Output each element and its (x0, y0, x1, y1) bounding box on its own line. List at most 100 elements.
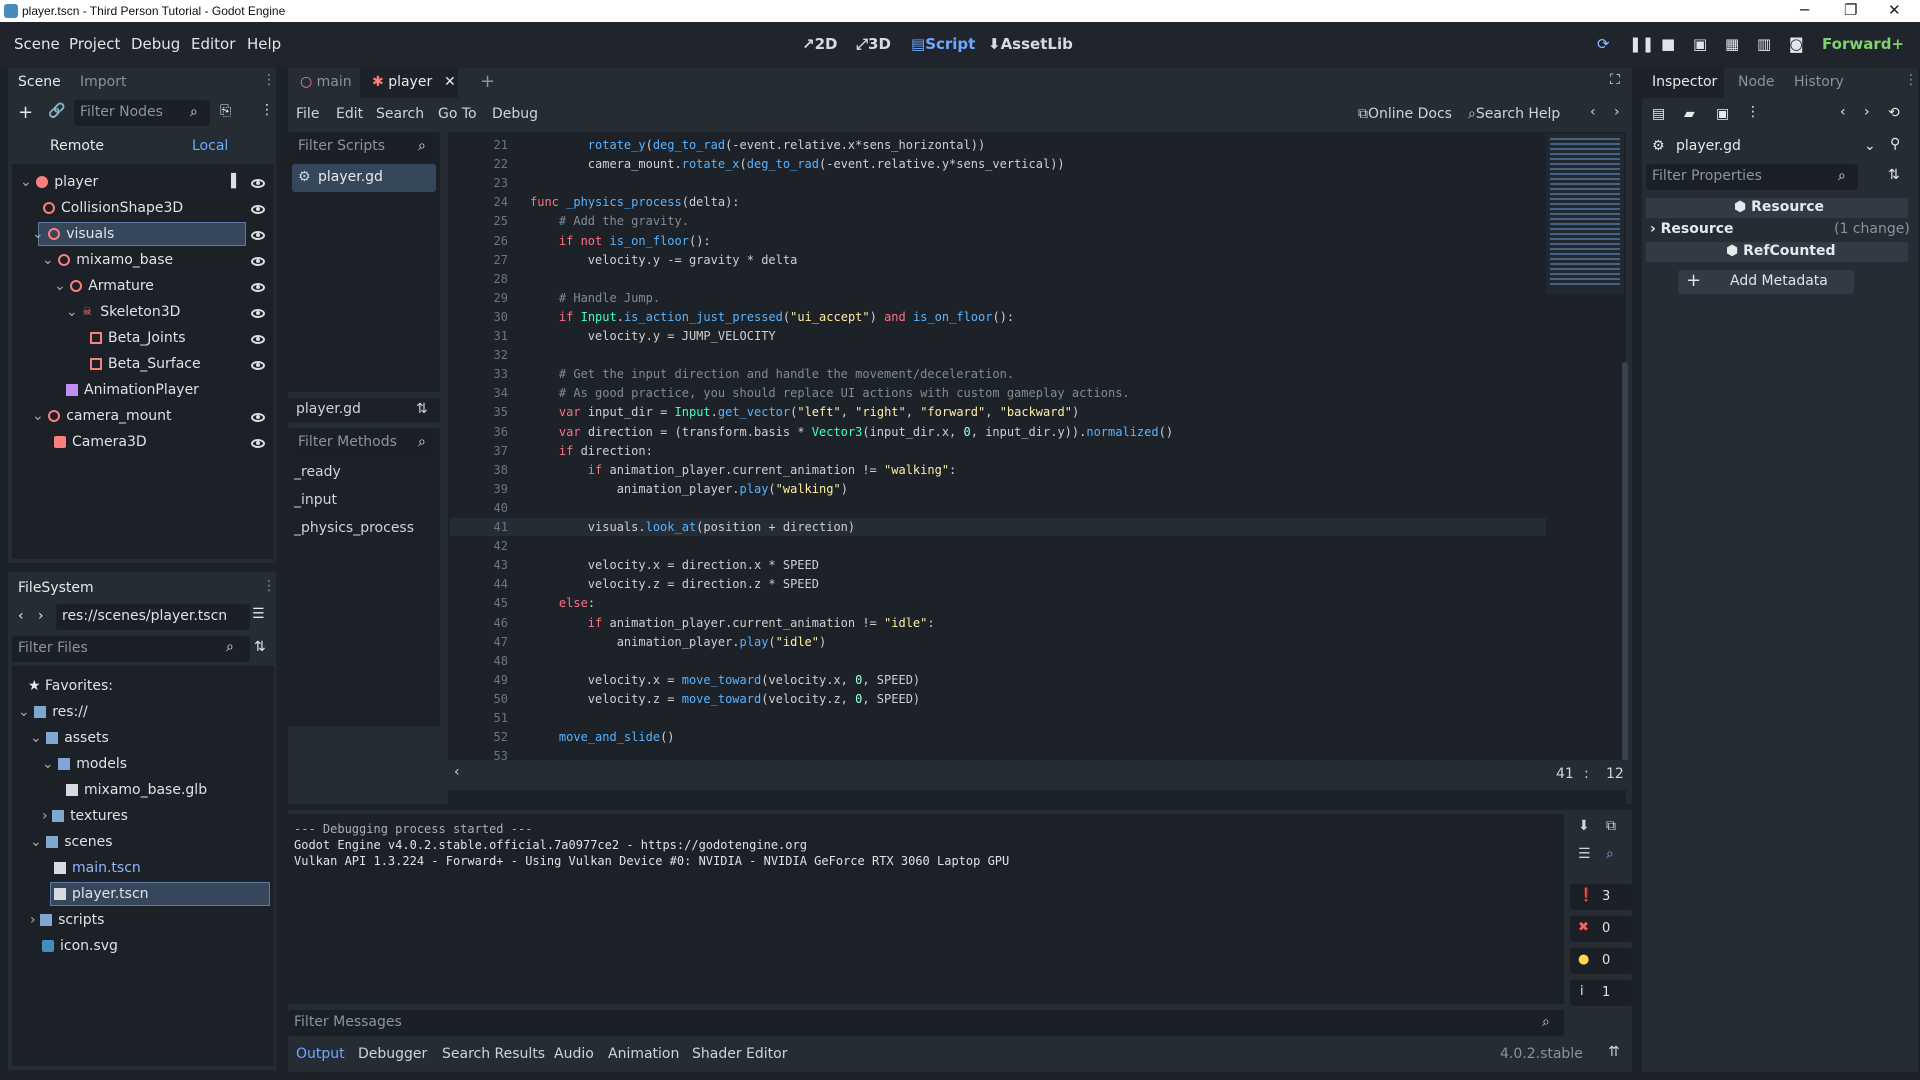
new-tab-icon[interactable]: + (480, 71, 495, 92)
instance-scene-icon[interactable]: ⎘ (220, 103, 231, 119)
copy-icon[interactable]: ⧉ (1606, 818, 1616, 834)
code-scrollbar[interactable] (1622, 362, 1628, 762)
forward-arrow-icon[interactable]: › (1614, 104, 1620, 120)
menu-project[interactable]: Project (69, 35, 120, 53)
script-menu-file[interactable]: File (296, 106, 319, 122)
close-tab-icon[interactable]: ✕ (444, 74, 456, 90)
run-custom-icon[interactable]: ▥ (1757, 35, 1771, 53)
dock-menu-icon[interactable]: ⋮ (262, 72, 276, 88)
workspace-2d[interactable]: ↗2D (802, 35, 837, 53)
visibility-eye-icon[interactable] (251, 283, 265, 292)
run-scene-icon[interactable]: ▦ (1725, 35, 1739, 53)
open-folder-icon[interactable]: ▰ (1684, 106, 1695, 122)
visibility-eye-icon[interactable] (251, 231, 265, 240)
fs-file-mixamo-base[interactable]: mixamo_base.glb (66, 778, 207, 802)
add-metadata-button[interactable]: + Add Metadata (1678, 270, 1854, 294)
fs-scripts-folder[interactable]: › scripts (30, 908, 104, 932)
back-arrow-icon[interactable]: ‹ (1590, 104, 1596, 120)
script-list-item-player-gd[interactable]: ⚙ player.gd (292, 164, 436, 192)
chevron-down-icon[interactable]: ⌄ (1864, 138, 1876, 154)
tree-node-camera3d[interactable]: Camera3D (54, 430, 147, 454)
tab-filesystem[interactable]: FileSystem (18, 580, 94, 596)
pause-icon[interactable]: ❚❚ (1629, 35, 1654, 53)
forward-arrow-icon[interactable]: › (1864, 104, 1870, 120)
collapse-icon[interactable]: ☰ (1578, 846, 1591, 862)
close-window-icon[interactable]: ✕ (1888, 1, 1901, 19)
split-mode-icon[interactable]: ☰ (252, 606, 265, 622)
menu-debug[interactable]: Debug (131, 35, 180, 53)
scroll-lock-icon[interactable]: ⬇ (1578, 818, 1590, 834)
resource-menu-icon[interactable]: ⋮ (1746, 104, 1760, 120)
forward-arrow-icon[interactable]: › (38, 608, 44, 624)
fs-file-main-tscn[interactable]: main.tscn (54, 856, 141, 880)
code-line[interactable]: velocity.x = move_toward(velocity.x, 0, … (530, 673, 920, 687)
dock-menu-icon[interactable]: ⋮ (262, 578, 276, 594)
script-menu-search[interactable]: Search (376, 106, 424, 122)
fs-scenes-folder[interactable]: ⌄ scenes (30, 830, 113, 854)
tree-node-collisionshape3d[interactable]: CollisionShape3D (43, 196, 183, 220)
code-line[interactable]: func _physics_process(delta): (530, 195, 740, 209)
new-resource-icon[interactable]: ▤ (1652, 106, 1665, 122)
error-count-toggle[interactable]: ✖ 0 (1570, 916, 1632, 942)
resource-category[interactable]: › Resource (1650, 221, 1734, 237)
tab-import[interactable]: Import (80, 74, 126, 90)
code-line[interactable]: velocity.x = direction.x * SPEED (530, 558, 819, 572)
code-line[interactable]: if animation_player.current_animation !=… (530, 463, 956, 477)
visibility-eye-icon[interactable] (251, 179, 265, 188)
menu-scene[interactable]: Scene (14, 35, 60, 53)
fs-file-player-tscn[interactable]: player.tscn (54, 882, 149, 906)
code-line[interactable]: var direction = (transform.basis * Vecto… (530, 425, 1173, 439)
method-item[interactable]: _input (294, 492, 337, 508)
method-item[interactable]: _ready (294, 464, 341, 480)
script-menu-goto[interactable]: Go To (438, 106, 477, 122)
script-menu-edit[interactable]: Edit (336, 106, 363, 122)
code-line[interactable]: move_and_slide() (530, 730, 675, 744)
workspace-assetlib[interactable]: ⬇AssetLib (988, 35, 1073, 53)
code-minimap[interactable] (1546, 134, 1624, 294)
pin-panel-icon[interactable]: ⇈ (1608, 1044, 1620, 1060)
fs-textures-folder[interactable]: › textures (42, 804, 128, 828)
visibility-eye-icon[interactable] (251, 413, 265, 422)
script-menu-debug[interactable]: Debug (492, 106, 538, 122)
visibility-eye-icon[interactable] (251, 257, 265, 266)
filter-messages-input[interactable]: Filter Messages (288, 1010, 1564, 1036)
filter-methods-input[interactable]: Filter Methods (292, 430, 436, 456)
distraction-free-icon[interactable]: ⛶ (1610, 72, 1620, 88)
object-properties-icon[interactable]: ⚲ (1890, 136, 1900, 152)
code-line[interactable]: velocity.y = JUMP_VELOCITY (530, 329, 776, 343)
code-line[interactable]: if animation_player.current_animation !=… (530, 616, 935, 630)
info-count-toggle[interactable]: ⅰ1 (1570, 980, 1632, 1006)
sort-icon[interactable]: ⇅ (416, 401, 428, 417)
code-line[interactable]: else: (530, 596, 595, 610)
back-arrow-icon[interactable]: ‹ (18, 608, 24, 624)
message-count-toggle[interactable]: ❗ 3 (1570, 884, 1632, 910)
filter-properties-input[interactable]: Filter Properties (1646, 164, 1858, 190)
maximize-icon[interactable]: ❐ (1844, 1, 1857, 19)
tree-node-mixamo-base[interactable]: ⌄ mixamo_base (42, 248, 173, 272)
code-line[interactable]: velocity.z = direction.z * SPEED (530, 577, 819, 591)
code-line[interactable]: if direction: (530, 444, 653, 458)
bottom-tab-output[interactable]: Output (296, 1046, 345, 1062)
movie-maker-icon[interactable]: ◙ (1789, 35, 1804, 53)
remote-debug-icon[interactable]: ▣ (1693, 35, 1707, 53)
fs-models-folder[interactable]: ⌄ models (42, 752, 127, 776)
sort-icon[interactable]: ⇅ (254, 639, 266, 655)
code-line[interactable]: var input_dir = Input.get_vector("left",… (530, 405, 1079, 419)
renderer-select[interactable]: Forward+ (1822, 35, 1904, 53)
tree-node-beta-joints[interactable]: Beta_Joints (90, 326, 186, 350)
tree-node-beta-surface[interactable]: Beta_Surface (90, 352, 201, 376)
filter-files-input[interactable]: Filter Files (12, 636, 250, 662)
code-line[interactable]: visuals.look_at(position + direction) (530, 520, 855, 534)
visibility-eye-icon[interactable] (251, 361, 265, 370)
bottom-tab-debugger[interactable]: Debugger (358, 1046, 427, 1062)
code-line[interactable]: if Input.is_action_just_pressed("ui_acce… (530, 310, 1014, 324)
sort-icon[interactable]: ⇅ (1888, 167, 1900, 183)
back-arrow-icon[interactable]: ‹ (1840, 104, 1846, 120)
link-icon[interactable]: 🔗 (48, 103, 65, 119)
fs-assets-folder[interactable]: ⌄ assets (30, 726, 109, 750)
filesystem-path-input[interactable]: res://scenes/player.tscn (56, 604, 250, 630)
fs-file-icon-svg[interactable]: icon.svg (42, 934, 118, 958)
editor-tab-player[interactable]: ✱ player (372, 74, 432, 90)
tab-scene[interactable]: Scene (18, 74, 61, 90)
visibility-eye-icon[interactable] (251, 309, 265, 318)
